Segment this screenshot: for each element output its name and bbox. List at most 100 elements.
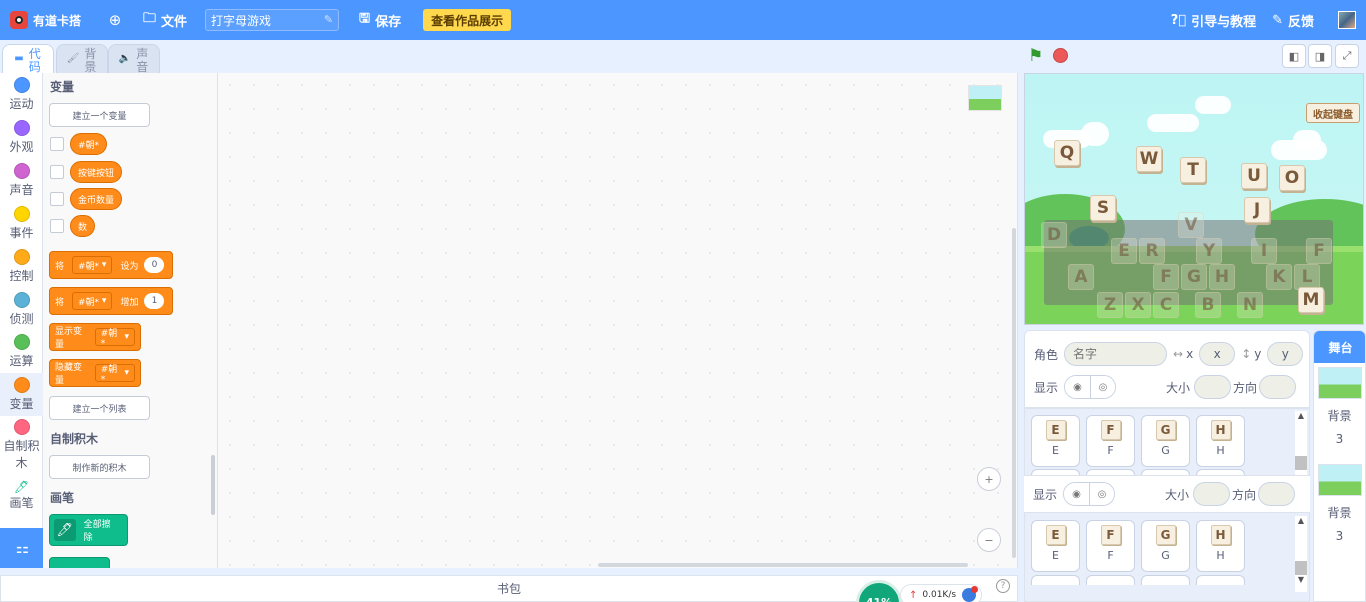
visibility-toggle[interactable]: ◉ ◎ xyxy=(1063,482,1116,506)
category-variables[interactable]: 变量 xyxy=(0,373,43,416)
zoom-out-button[interactable]: − xyxy=(977,528,1001,552)
small-stage-button[interactable]: ◧ xyxy=(1282,44,1306,68)
showcase-button[interactable]: 查看作品展示 xyxy=(423,9,512,31)
green-flag-icon[interactable]: ⚑ xyxy=(1028,47,1043,65)
key-tile[interactable]: Y xyxy=(1196,238,1222,264)
sprite-item[interactable]: H H xyxy=(1196,520,1245,572)
variable-dropdown[interactable]: #朝* ▾ xyxy=(94,364,135,385)
key-tile[interactable]: Z xyxy=(1097,292,1123,318)
value-input[interactable]: 0 xyxy=(144,257,165,273)
category-sound[interactable]: 声音 xyxy=(0,163,43,198)
key-tile[interactable]: J xyxy=(1244,197,1270,223)
category-my-blocks[interactable]: 自制积木 xyxy=(0,419,43,471)
palette-scrollbar[interactable] xyxy=(211,455,215,515)
variable-dropdown[interactable]: #朝* ▾ xyxy=(72,256,113,274)
size-input[interactable] xyxy=(1194,375,1232,399)
category-sensing[interactable]: 侦测 xyxy=(0,292,43,327)
key-tile[interactable]: H xyxy=(1209,264,1235,290)
show-variable-block[interactable]: 显示变量 #朝* ▾ xyxy=(49,323,141,351)
key-tile[interactable]: R xyxy=(1139,238,1165,264)
key-tile[interactable]: F xyxy=(1306,238,1332,264)
tab-sounds[interactable]: 🔈 声音 xyxy=(108,44,160,74)
sprite-item[interactable]: E E xyxy=(1031,415,1080,467)
workspace-hscroll[interactable] xyxy=(598,563,968,567)
brand-logo[interactable]: 有道卡搭 xyxy=(10,0,81,40)
x-input[interactable] xyxy=(1199,342,1236,366)
workspace-vscroll[interactable] xyxy=(1012,228,1016,558)
key-tile[interactable]: G xyxy=(1181,264,1207,290)
save-button[interactable]: 🖫 保存 xyxy=(359,9,401,31)
size-input[interactable] xyxy=(1193,482,1231,506)
feedback-button[interactable]: ✎ 反馈 xyxy=(1272,11,1314,30)
make-variable-button[interactable]: 建立一个变量 xyxy=(49,103,150,127)
variable-checkbox[interactable] xyxy=(50,165,64,179)
tab-code[interactable]: ▬ 代码 xyxy=(2,44,54,74)
eye-hide-icon[interactable]: ◎ xyxy=(1090,376,1116,398)
variable-reporter[interactable]: 数 xyxy=(70,215,96,237)
key-tile[interactable]: N xyxy=(1237,292,1263,318)
help-icon[interactable]: ? xyxy=(996,579,1010,593)
make-block-button[interactable]: 制作新的积木 xyxy=(49,455,150,479)
eye-show-icon[interactable]: ◉ xyxy=(1065,376,1091,398)
stage-canvas[interactable]: Q W T U O S J V D E R Y I F A F G H K L … xyxy=(1024,73,1364,325)
key-tile[interactable]: Q xyxy=(1054,140,1080,166)
sprite-item[interactable]: E E xyxy=(1031,520,1080,572)
key-tile[interactable]: E xyxy=(1111,238,1137,264)
key-tile[interactable]: V xyxy=(1178,212,1204,238)
sprite-item[interactable]: F F xyxy=(1086,520,1135,572)
key-tile[interactable]: T xyxy=(1180,157,1206,183)
sprite-list-scrollbar[interactable]: ▲ xyxy=(1295,411,1307,477)
project-title-input[interactable] xyxy=(205,9,340,31)
value-input[interactable]: 1 xyxy=(144,293,165,309)
sprite-list-scrollbar[interactable]: ▲ ▼ xyxy=(1295,516,1307,592)
hide-variable-block[interactable]: 隐藏变量 #朝* ▾ xyxy=(49,359,141,387)
stage-target-panel[interactable]: 舞台 背景 3 背景 3 xyxy=(1313,330,1366,602)
key-tile[interactable]: I xyxy=(1251,238,1277,264)
scroll-thumb[interactable] xyxy=(1295,561,1307,575)
key-tile[interactable]: C xyxy=(1153,292,1179,318)
category-motion[interactable]: 运动 xyxy=(0,77,43,112)
variable-dropdown[interactable]: #朝* ▾ xyxy=(72,292,113,310)
collapse-keyboard-button[interactable]: 收起键盘 xyxy=(1306,103,1360,123)
user-avatar[interactable] xyxy=(1338,11,1356,29)
key-tile[interactable]: F xyxy=(1153,264,1179,290)
change-variable-block[interactable]: 将 #朝* ▾ 增加 1 xyxy=(49,287,173,315)
network-speed-widget[interactable]: ↑ 0.01K/s xyxy=(900,584,982,602)
key-tile[interactable]: X xyxy=(1125,292,1151,318)
code-workspace[interactable]: + − xyxy=(218,73,1018,568)
set-variable-block[interactable]: 将 #朝* ▾ 设为 0 xyxy=(49,251,173,279)
fullscreen-button[interactable]: ⤢ xyxy=(1335,44,1359,68)
key-tile[interactable]: W xyxy=(1136,146,1162,172)
variable-dropdown[interactable]: #朝* ▾ xyxy=(94,328,135,349)
visibility-toggle[interactable]: ◉ ◎ xyxy=(1064,375,1117,399)
sprite-item[interactable]: G G xyxy=(1141,415,1190,467)
key-tile[interactable]: O xyxy=(1279,165,1305,191)
category-pen[interactable]: 🖊 画笔 xyxy=(0,480,43,511)
variable-checkbox[interactable] xyxy=(50,192,64,206)
variable-reporter[interactable]: 金币数量 xyxy=(70,188,123,210)
sprite-name-input[interactable] xyxy=(1064,342,1168,366)
sprite-item[interactable]: H H xyxy=(1196,415,1245,467)
add-extension-button[interactable]: ⚏ xyxy=(0,528,45,568)
variable-checkbox[interactable] xyxy=(50,219,64,233)
variable-reporter[interactable]: 按键按钮 xyxy=(70,161,123,183)
globe-icon[interactable]: ⊕ xyxy=(107,11,123,29)
key-tile[interactable]: U xyxy=(1241,163,1267,189)
sprite-item-partial[interactable] xyxy=(1141,575,1190,585)
guide-button[interactable]: ?⃝ 引导与教程 xyxy=(1171,11,1256,30)
key-tile[interactable]: K xyxy=(1266,264,1292,290)
sprite-item-partial[interactable] xyxy=(1196,575,1245,585)
category-control[interactable]: 控制 xyxy=(0,249,43,284)
scroll-thumb[interactable] xyxy=(1295,456,1307,470)
category-events[interactable]: 事件 xyxy=(0,206,43,241)
eye-hide-icon[interactable]: ◎ xyxy=(1089,483,1115,505)
direction-input[interactable] xyxy=(1258,482,1296,506)
key-tile[interactable]: A xyxy=(1068,264,1094,290)
sprite-item[interactable]: G G xyxy=(1141,520,1190,572)
key-tile[interactable]: M xyxy=(1298,287,1324,313)
tab-backdrops[interactable]: 🖌 背景 xyxy=(56,44,108,74)
eye-show-icon[interactable]: ◉ xyxy=(1064,483,1090,505)
sprite-item[interactable]: F F xyxy=(1086,415,1135,467)
zoom-in-button[interactable]: + xyxy=(977,467,1001,491)
y-input[interactable] xyxy=(1267,342,1304,366)
